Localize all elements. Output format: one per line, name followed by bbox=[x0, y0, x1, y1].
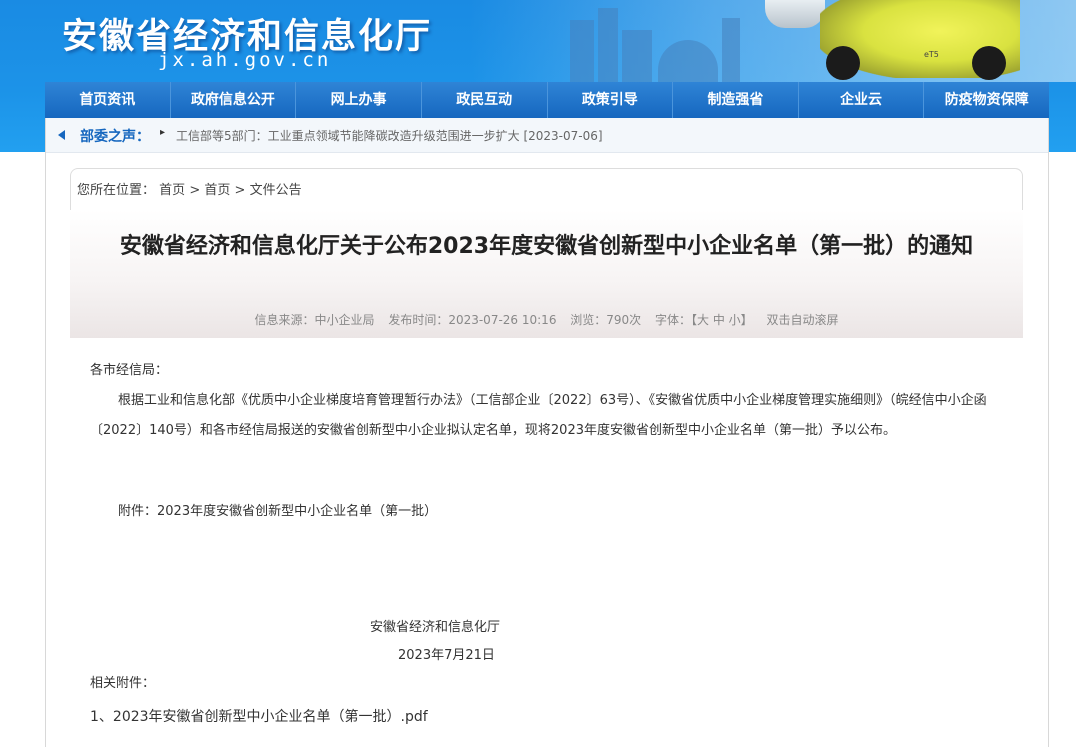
breadcrumb-item-home[interactable]: 首页 bbox=[159, 183, 185, 198]
main-nav: 首页资讯 政府信息公开 网上办事 政民互动 政策引导 制造强省 企业云 防疫物资… bbox=[45, 82, 1049, 118]
notice-bullet-icon: ▸ bbox=[160, 127, 166, 138]
nav-item-online-service[interactable]: 网上办事 bbox=[296, 82, 422, 118]
signature-org: 安徽省经济和信息化厅 bbox=[370, 620, 501, 635]
notice-bar: 部委之声： ▸ 工信部等5部门：工业重点领域节能降碳改造升级范围进一步扩大 [2… bbox=[46, 118, 1048, 153]
main-panel: 部委之声： ▸ 工信部等5部门：工业重点领域节能降碳改造升级范围进一步扩大 [2… bbox=[45, 118, 1049, 747]
breadcrumb-item-notices[interactable]: 文件公告 bbox=[250, 183, 302, 198]
signature-date: 2023年7月21日 bbox=[398, 648, 495, 663]
nav-item-interaction[interactable]: 政民互动 bbox=[422, 82, 548, 118]
notice-link[interactable]: 工信部等5部门：工业重点领域节能降碳改造升级范围进一步扩大 [2023-07-0… bbox=[176, 127, 603, 144]
breadcrumb-separator: > bbox=[189, 183, 201, 198]
nav-item-manufacturing[interactable]: 制造强省 bbox=[673, 82, 799, 118]
article-body: 各市经信局： 根据工业和信息化部《优质中小企业梯度培育管理暂行办法》（工信部企业… bbox=[90, 356, 1006, 446]
banner-building bbox=[570, 20, 594, 82]
breadcrumb: 您所在位置： 首页 > 首页 > 文件公告 bbox=[70, 168, 1023, 210]
breadcrumb-prefix: 您所在位置： bbox=[77, 183, 156, 198]
car-wheel bbox=[972, 46, 1006, 80]
notice-label: 部委之声： bbox=[80, 129, 150, 145]
nav-item-gov-info[interactable]: 政府信息公开 bbox=[171, 82, 297, 118]
breadcrumb-item-home-2[interactable]: 首页 bbox=[204, 183, 230, 198]
nav-item-epidemic-supplies[interactable]: 防疫物资保障 bbox=[924, 82, 1049, 118]
breadcrumb-separator: > bbox=[234, 183, 246, 198]
meta-time: 发布时间：2023-07-26 10:16 bbox=[388, 313, 557, 327]
banner-building bbox=[622, 30, 652, 82]
attachment-line: 附件：2023年度安徽省创新型中小企业名单（第一批） bbox=[118, 504, 438, 519]
banner-building bbox=[658, 40, 718, 82]
salutation: 各市经信局： bbox=[90, 363, 169, 378]
article-header: 安徽省经济和信息化厅关于公布2023年度安徽省创新型中小企业名单（第一批）的通知… bbox=[70, 210, 1023, 338]
banner-car-white bbox=[765, 0, 825, 28]
meta-views: 浏览：790次 bbox=[570, 313, 642, 327]
article-title: 安徽省经济和信息化厅关于公布2023年度安徽省创新型中小企业名单（第一批）的通知 bbox=[119, 234, 974, 259]
nav-item-enterprise-cloud[interactable]: 企业云 bbox=[799, 82, 925, 118]
article-meta: 信息来源：中小企业局 发布时间：2023-07-26 10:16 浏览：790次… bbox=[70, 311, 1023, 328]
autoscroll-hint: 双击自动滚屏 bbox=[766, 313, 839, 327]
banner-building bbox=[598, 8, 618, 82]
body-paragraph: 根据工业和信息化部《优质中小企业梯度培育管理暂行办法》（工信部企业〔2022〕6… bbox=[90, 393, 987, 438]
banner-car-yellow: eT5 bbox=[820, 0, 1020, 80]
car-badge: eT5 bbox=[924, 50, 939, 59]
speaker-icon bbox=[58, 130, 65, 140]
car-wheel bbox=[826, 46, 860, 80]
font-size-switcher[interactable]: 【大 中 小】 bbox=[691, 313, 753, 327]
related-attachment-link[interactable]: 1、2023年安徽省创新型中小企业名单（第一批）.pdf bbox=[90, 706, 428, 726]
breadcrumb-text: 您所在位置： 首页 > 首页 > 文件公告 bbox=[77, 179, 302, 198]
meta-font-label: 字体： bbox=[655, 313, 692, 327]
nav-item-policy[interactable]: 政策引导 bbox=[548, 82, 674, 118]
banner-building bbox=[722, 18, 740, 82]
meta-source: 信息来源：中小企业局 bbox=[254, 313, 375, 327]
site-domain: jx.ah.gov.cn bbox=[158, 49, 332, 71]
related-attachments-label: 相关附件： bbox=[90, 676, 156, 691]
nav-item-home[interactable]: 首页资讯 bbox=[45, 82, 171, 118]
